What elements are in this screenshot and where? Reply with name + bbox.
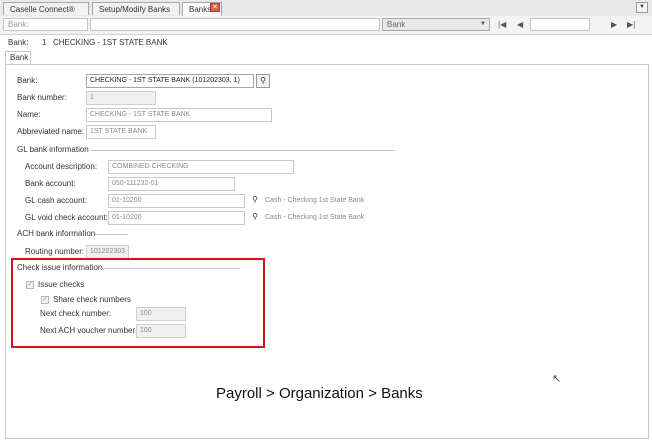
- header-bank-number: 1: [42, 38, 47, 47]
- binoculars-icon[interactable]: ⚲: [248, 211, 262, 225]
- bank-number-value: 1: [90, 94, 94, 101]
- routing-number-label: Routing number:: [25, 247, 85, 256]
- binoculars-icon[interactable]: ⚲: [248, 194, 262, 208]
- bank-account-value: 050-111232-01: [112, 180, 159, 187]
- search-input-wide[interactable]: [90, 18, 380, 31]
- header-bank-label: Bank:: [8, 38, 29, 47]
- cursor-icon: ↖: [552, 373, 562, 385]
- last-record-icon[interactable]: ▶|: [627, 18, 635, 31]
- bank-field[interactable]: CHECKING - 1ST STATE BANK (101202303, 1): [86, 74, 254, 88]
- bank-value: CHECKING - 1ST STATE BANK (101202303, 1): [90, 77, 240, 84]
- bank-select[interactable]: Bank ▼: [382, 18, 490, 31]
- bank-label: Bank:: [17, 76, 38, 85]
- highlight-box: [11, 258, 265, 348]
- gl-cash-account-field[interactable]: 01-10200: [108, 194, 245, 208]
- binoculars-icon[interactable]: ⚲: [256, 74, 270, 88]
- abbreviated-name-label: Abbreviated name:: [17, 127, 85, 136]
- name-value: CHECKING - 1ST STATE BANK: [90, 111, 191, 118]
- tab-caselle-connect[interactable]: Caselle Connect®: [3, 2, 89, 15]
- bank-number-label: Bank number:: [17, 93, 67, 102]
- gl-void-account-description: Cash - Checking 1st State Bank: [265, 214, 365, 221]
- routing-number-field: 101202303: [86, 245, 129, 259]
- divider: [90, 150, 395, 151]
- tab-label: Setup/Modify Banks: [99, 5, 171, 14]
- tab-label: Banks: [189, 5, 212, 14]
- search-placeholder: Bank:: [8, 20, 29, 29]
- gl-cash-account-description: Cash - Checking 1st State Bank: [265, 197, 365, 204]
- tab-setup-modify-banks[interactable]: Setup/Modify Banks: [92, 2, 180, 15]
- bank-select-value: Bank: [387, 20, 406, 29]
- chevron-down-icon: ▼: [480, 21, 486, 27]
- name-label: Name:: [17, 110, 41, 119]
- subtab-label: Bank: [10, 53, 29, 62]
- bank-number-field: 1: [86, 91, 156, 105]
- abbreviated-name-field[interactable]: 1ST STATE BANK: [86, 125, 156, 139]
- gl-cash-account-value: 01-10200: [112, 197, 142, 204]
- name-field[interactable]: CHECKING - 1ST STATE BANK: [86, 108, 272, 122]
- gl-cash-account-label: GL cash account:: [25, 196, 87, 205]
- tab-label: Caselle Connect®: [10, 5, 75, 14]
- search-input[interactable]: Bank:: [3, 18, 88, 31]
- header-bank-name: CHECKING - 1ST STATE BANK: [53, 38, 168, 47]
- gl-section-heading: GL bank information: [17, 145, 89, 154]
- gl-void-account-value: 01-10200: [112, 214, 142, 221]
- account-description-label: Account description:: [25, 162, 98, 171]
- abbreviated-name-value: 1ST STATE BANK: [90, 128, 148, 135]
- bank-account-label: Bank account:: [25, 179, 76, 188]
- chevron-down-icon[interactable]: ▼: [636, 2, 648, 13]
- prev-record-icon[interactable]: ◀: [517, 18, 523, 31]
- gl-void-account-field[interactable]: 01-10200: [108, 211, 245, 225]
- subtab-bank[interactable]: Bank: [5, 51, 31, 64]
- record-input[interactable]: [530, 18, 590, 31]
- bank-account-field[interactable]: 050-111232-01: [108, 177, 235, 191]
- caption: Payroll > Organization > Banks: [216, 385, 423, 402]
- account-description-field[interactable]: COMBINED CHECKING: [108, 160, 294, 174]
- routing-number-value: 101202303: [90, 248, 126, 255]
- first-record-icon[interactable]: |◀: [498, 18, 506, 31]
- account-description-value: COMBINED CHECKING: [112, 163, 189, 170]
- next-record-icon[interactable]: ▶: [611, 18, 617, 31]
- ach-section-heading: ACH bank information: [17, 229, 96, 238]
- divider: [95, 234, 128, 235]
- gl-void-account-label: GL void check account:: [25, 213, 108, 222]
- close-icon[interactable]: ✕: [210, 3, 220, 12]
